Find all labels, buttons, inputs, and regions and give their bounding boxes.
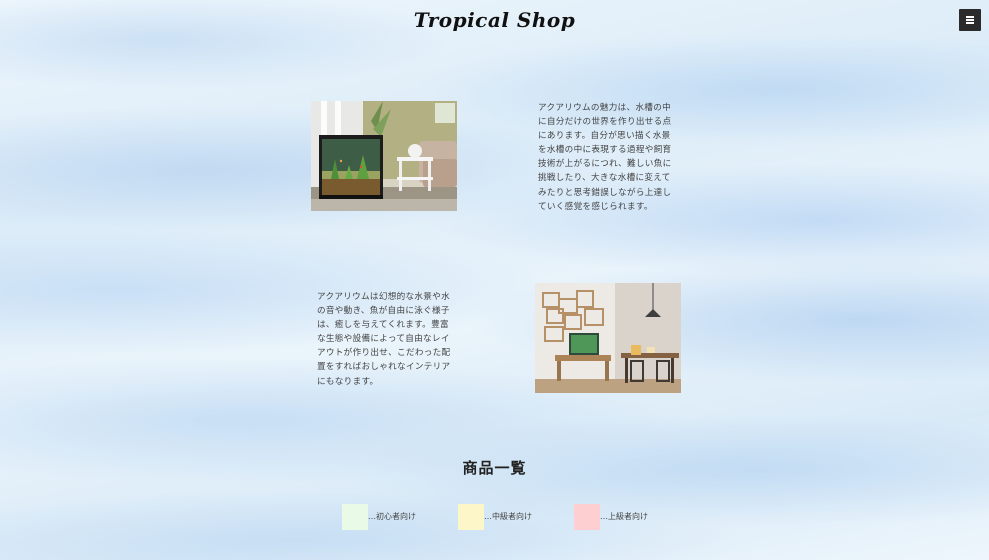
hamburger-menu-icon [966,16,974,24]
legend-label: …初心者向け [368,512,416,521]
aquarium-photo [311,101,457,211]
advanced-color-swatch [574,504,600,530]
product-list-title: 商品一覧 [462,459,527,477]
site-logo[interactable]: Tropical Shop [0,8,989,32]
aquarium-appeal-text: アクアリウムの魅力は、水槽の中に自分だけの世界を作り出せる点にあります。自分が思… [538,103,672,212]
legend-label: …上級者向け [600,512,648,521]
legend-label: …中級者向け [484,512,532,521]
hamburger-menu-button[interactable] [959,9,981,31]
beginner-color-swatch [342,504,368,530]
intermediate-color-swatch [458,504,484,530]
interior-photo [535,283,681,393]
aquarium-interior-text: アクアリウムは幻想的な水景や水の音や動き、魚が自由に泳ぐ様子は、癒しを与えてくれ… [317,292,451,387]
